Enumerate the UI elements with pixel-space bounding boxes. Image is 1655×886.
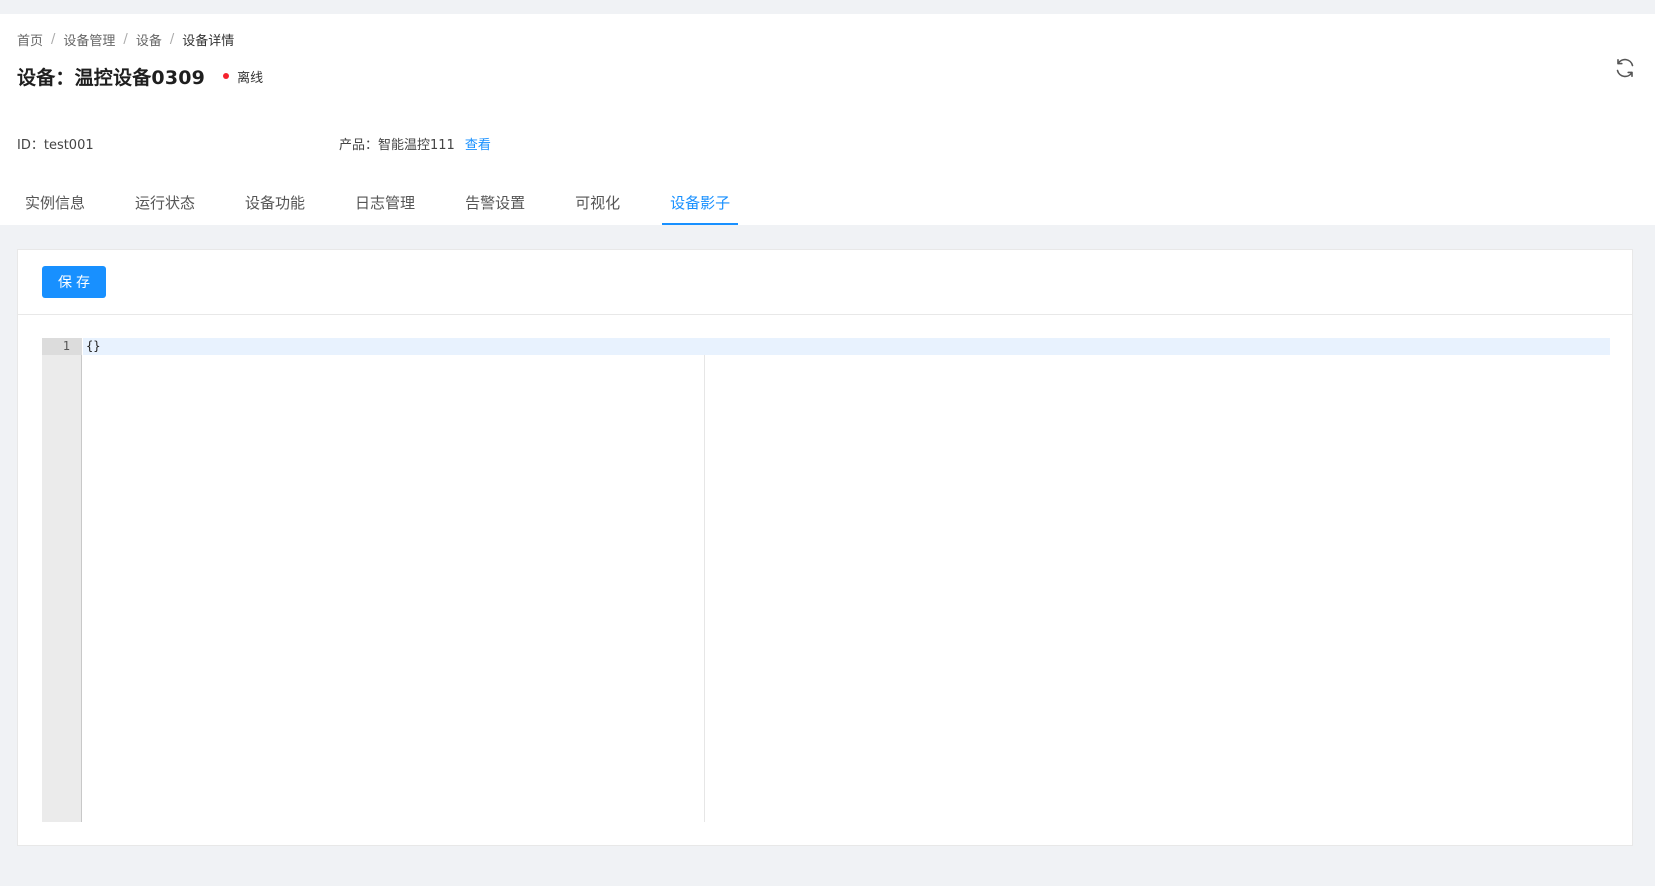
breadcrumb-device[interactable]: 设备 [136,30,162,49]
page-title: 设备：温控设备0309 [17,66,206,89]
tab-device-functions[interactable]: 设备功能 [220,189,330,225]
tab-alarm-settings[interactable]: 告警设置 [440,189,550,225]
breadcrumb-device-management[interactable]: 设备管理 [63,30,115,49]
shadow-card: 保存 1 {} [17,249,1633,846]
page-header: 首页 / 设备管理 / 设备 / 设备详情 设备：温控设备0309 离线 ID：… [0,14,1655,225]
tab-instance-info[interactable]: 实例信息 [0,189,110,225]
top-strip [0,0,1655,14]
active-line-highlight [83,338,1610,355]
save-button[interactable]: 保存 [42,266,106,298]
view-product-link[interactable]: 查看 [465,138,491,153]
json-editor[interactable]: 1 {} [42,338,1610,822]
breadcrumb: 首页 / 设备管理 / 设备 / 设备详情 [17,28,234,50]
print-margin [704,355,705,822]
line-number: 1 [42,338,82,355]
breadcrumb-home[interactable]: 首页 [17,30,43,49]
breadcrumb-separator: / [123,31,128,47]
breadcrumb-separator: / [169,31,175,47]
card-toolbar: 保存 [18,250,1632,315]
detail-tabs: 实例信息 运行状态 设备功能 日志管理 告警设置 可视化 设备影子 [0,189,755,225]
status-badge: 离线 [223,67,263,86]
status-label: 离线 [237,70,264,86]
device-product: 产品：智能温控111 查看 [339,134,491,153]
title-row: 设备：温控设备0309 离线 [17,58,263,94]
code-line[interactable]: {} [86,338,100,355]
tab-device-shadow[interactable]: 设备影子 [645,189,755,225]
tab-log-management[interactable]: 日志管理 [330,189,440,225]
device-id: ID：test001 [17,138,94,153]
editor-gutter [42,338,82,822]
breadcrumb-device-detail: 设备详情 [182,33,235,49]
breadcrumb-separator: / [51,31,56,47]
product-label: 产品：智能温控111 [339,138,455,153]
refresh-icon[interactable] [1613,56,1637,80]
device-meta: ID：test001 产品：智能温控111 查看 [17,134,1017,156]
tab-visualization[interactable]: 可视化 [550,189,645,225]
tab-running-status[interactable]: 运行状态 [110,189,220,225]
status-dot [223,73,230,79]
